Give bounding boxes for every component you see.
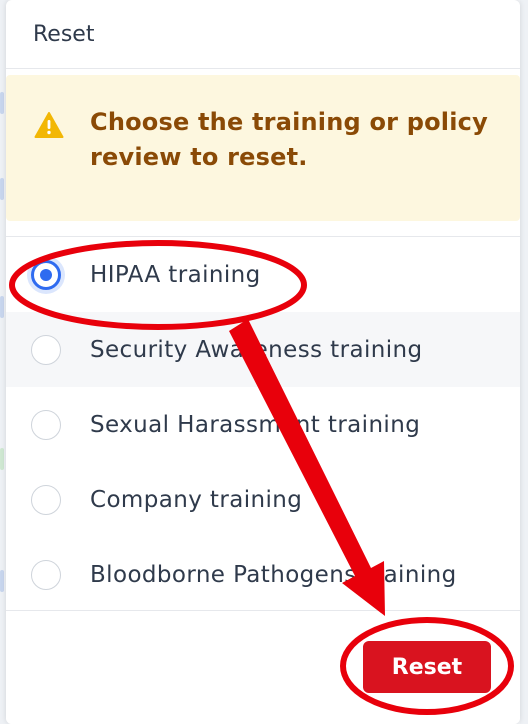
reset-button[interactable]: Reset <box>363 641 491 693</box>
radio-selected[interactable] <box>31 259 61 290</box>
option-label: Security Awareness training <box>90 336 423 363</box>
dialog-title: Reset <box>33 21 95 47</box>
option-company-training[interactable]: Company training <box>6 462 520 537</box>
option-label: Sexual Harassment training <box>90 411 421 438</box>
background-app-right <box>520 0 528 724</box>
radio-unselected[interactable] <box>31 409 61 440</box>
option-label: Bloodborne Pathogens training <box>90 561 457 588</box>
radio-unselected[interactable] <box>31 559 61 590</box>
warning-icon <box>34 112 64 138</box>
radio-unselected[interactable] <box>31 334 61 365</box>
background-mark <box>0 92 4 114</box>
alert-message: Choose the training or policy review to … <box>90 108 488 171</box>
dialog-header: Reset <box>6 0 520 69</box>
background-mark <box>0 570 4 592</box>
background-mark <box>0 178 4 200</box>
radio-unselected[interactable] <box>31 484 61 515</box>
option-sexual-harassment-training[interactable]: Sexual Harassment training <box>6 387 520 462</box>
option-hipaa-training[interactable]: HIPAA training <box>6 237 520 312</box>
background-mark <box>0 448 4 470</box>
option-bloodborne-pathogens-training[interactable]: Bloodborne Pathogens training <box>6 537 520 601</box>
training-options-list: HIPAA training Security Awareness traini… <box>6 236 520 601</box>
background-mark <box>0 296 4 318</box>
option-security-awareness-training[interactable]: Security Awareness training <box>6 312 520 387</box>
page: Reset Choose the training or policy revi… <box>0 0 528 724</box>
dialog-footer: Reset <box>6 610 520 724</box>
reset-dialog: Reset Choose the training or policy revi… <box>6 0 520 724</box>
option-label: HIPAA training <box>90 261 261 288</box>
option-label: Company training <box>90 486 303 513</box>
warning-alert: Choose the training or policy review to … <box>6 75 520 221</box>
